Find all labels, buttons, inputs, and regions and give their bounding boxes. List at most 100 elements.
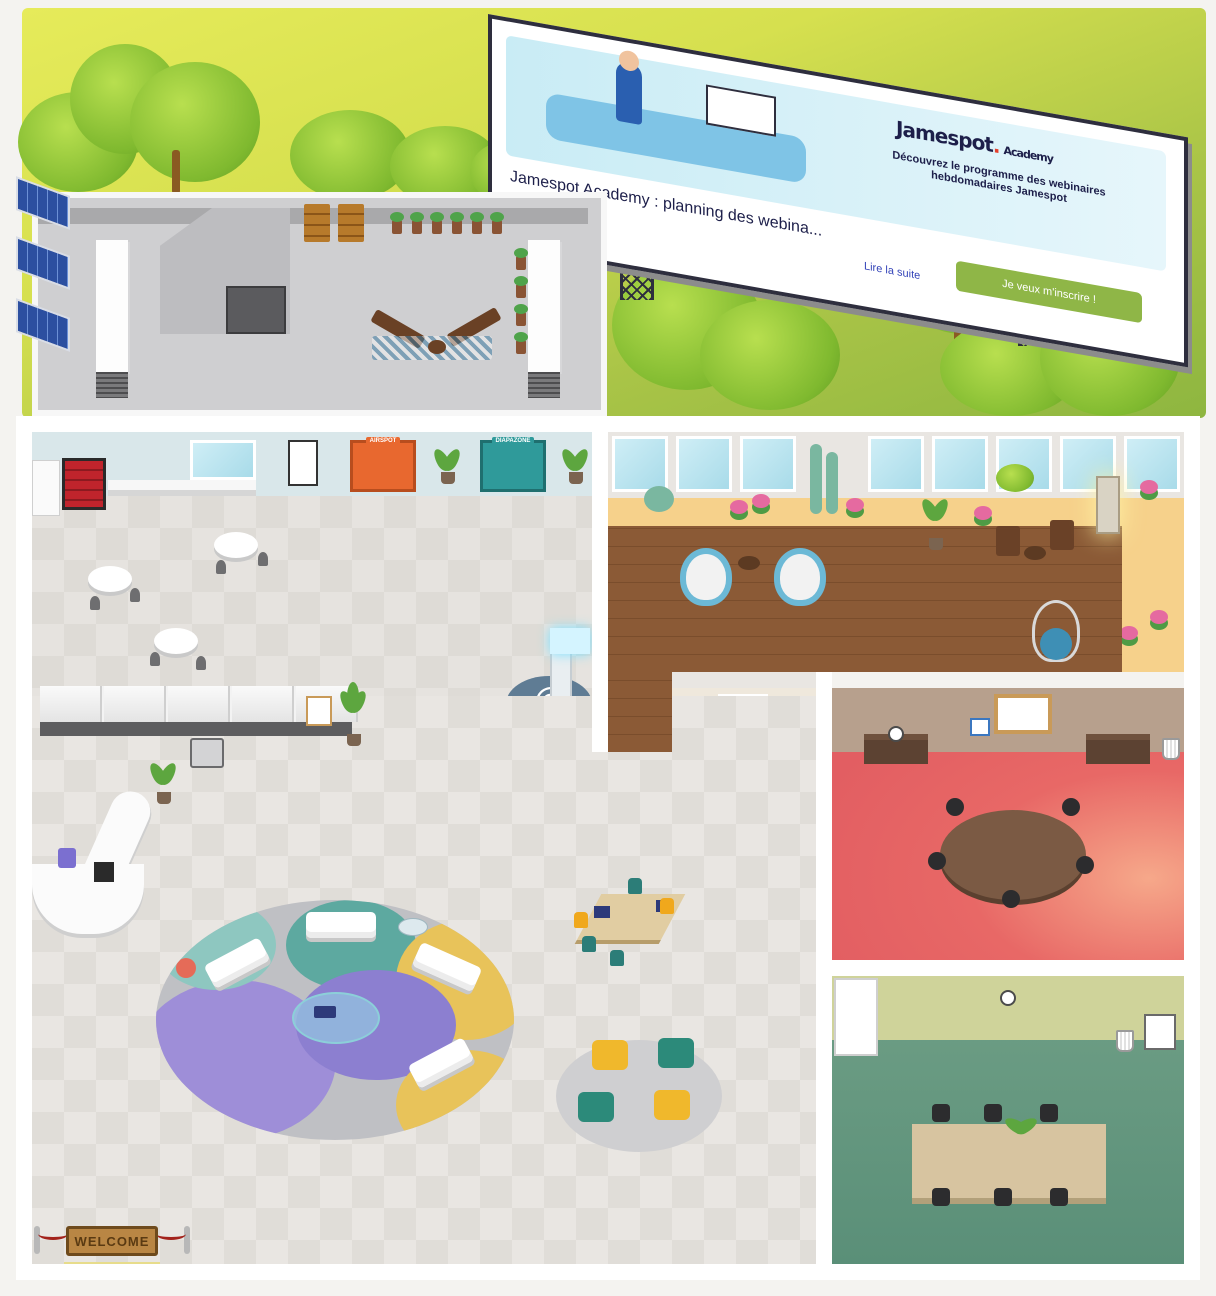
sofa-icon[interactable] (306, 912, 376, 938)
cactus-icon (826, 452, 838, 514)
side-table (398, 918, 428, 936)
stool (216, 560, 226, 574)
brand-name: Jamespot (896, 115, 993, 158)
office-chair-icon[interactable] (984, 1104, 1002, 1122)
chimney-pillar (528, 240, 560, 372)
window (190, 440, 256, 480)
office-chair-icon[interactable] (628, 878, 642, 894)
laptop-icon (594, 906, 610, 918)
artwork-frame (288, 440, 318, 486)
office-chair-icon[interactable] (932, 1188, 950, 1206)
office-chair-icon[interactable] (1076, 856, 1094, 874)
window (612, 436, 668, 492)
stool (130, 588, 140, 602)
office-chair-icon[interactable] (946, 798, 964, 816)
reception-desk[interactable] (32, 785, 157, 936)
office-chair-icon[interactable] (1002, 890, 1020, 908)
chart-poster-icon (306, 696, 332, 726)
side-table (738, 556, 760, 570)
office-chair-icon[interactable] (1040, 1104, 1058, 1122)
office-chair-icon[interactable] (1050, 1188, 1068, 1206)
locker[interactable] (232, 686, 294, 722)
waste-bin-icon (1162, 738, 1180, 760)
office-chair-icon[interactable] (1062, 798, 1080, 816)
cactus-icon (810, 444, 822, 514)
tree-trunk (172, 150, 180, 194)
locker[interactable] (168, 686, 230, 722)
coffee-table[interactable] (292, 992, 380, 1044)
office-chair-icon[interactable] (994, 1188, 1012, 1206)
sideboard (1086, 734, 1150, 764)
office-chair-icon[interactable] (574, 912, 588, 928)
locker[interactable] (40, 686, 102, 722)
workstation-cluster[interactable] (572, 876, 692, 970)
planter-icon (470, 212, 484, 234)
fridge-icon[interactable] (32, 460, 60, 516)
flower-icon (1140, 480, 1158, 494)
virtual-office-map: Jamespot. Academy Découvrez le programme … (0, 0, 1216, 1296)
stool (196, 656, 206, 670)
cafe-table[interactable] (88, 566, 132, 592)
flipchart-icon[interactable] (1144, 1014, 1176, 1050)
rooftop-door[interactable] (226, 286, 286, 334)
office-chair-icon[interactable] (610, 950, 624, 966)
books-icon (314, 1006, 336, 1018)
kiosk-screen[interactable] (550, 628, 590, 654)
wall (832, 960, 1184, 976)
vent-icon (528, 372, 560, 398)
rope-barrier (156, 1228, 186, 1240)
lantern-icon (1096, 476, 1120, 534)
diapazone-door[interactable]: DIAPAZONE (480, 437, 546, 492)
airspot-door-label: AIRSPOT (365, 437, 401, 445)
beehive-icon (338, 204, 364, 242)
bonsai-icon (996, 464, 1034, 492)
printer-icon[interactable] (190, 738, 224, 768)
egg-chair-icon[interactable] (774, 548, 826, 606)
armchair-icon[interactable] (592, 1040, 628, 1070)
diapazone-door-label: DIAPAZONE (491, 437, 535, 445)
office-chair-icon[interactable] (58, 848, 76, 868)
planter-icon (514, 332, 528, 354)
vending-machine-icon[interactable] (62, 458, 106, 510)
clock-icon (888, 726, 904, 742)
wooden-chair-icon[interactable] (996, 526, 1020, 556)
office-chair-icon[interactable] (660, 898, 674, 914)
kitchen-counter (108, 480, 256, 496)
read-more-link[interactable]: Lire la suite (864, 260, 920, 282)
monitor-icon (94, 862, 114, 882)
office-chair-icon[interactable] (928, 852, 946, 870)
locker[interactable] (104, 686, 166, 722)
side-table (1024, 546, 1046, 560)
office-chair-icon[interactable] (932, 1104, 950, 1122)
office-chair-icon[interactable] (582, 936, 596, 952)
cafe-table[interactable] (154, 628, 198, 654)
cafe-table[interactable] (214, 532, 258, 558)
side-table (428, 340, 446, 354)
brand-dot: . (992, 133, 1000, 159)
armchair-icon[interactable] (578, 1092, 614, 1122)
flower-icon (1150, 610, 1168, 624)
wooden-chair-icon[interactable] (1050, 520, 1074, 550)
whiteboard-icon[interactable] (994, 694, 1052, 734)
brand-suffix: Academy (1003, 143, 1053, 166)
armchair-icon[interactable] (654, 1090, 690, 1120)
egg-chair-icon[interactable] (680, 548, 732, 606)
airspot-door[interactable]: AIRSPOT (350, 437, 416, 492)
register-button[interactable]: Je veux m'inscrire ! (956, 260, 1142, 324)
stool (90, 596, 100, 610)
round-meeting-table[interactable] (940, 810, 1086, 900)
hanging-chair-seat (1040, 628, 1072, 660)
wall (592, 418, 608, 752)
flower-icon (730, 500, 748, 514)
armchair-icon[interactable] (658, 1038, 694, 1068)
flower-icon (974, 506, 992, 520)
wall (16, 1264, 1200, 1280)
flower-icon (752, 494, 770, 508)
wall (1184, 418, 1200, 1280)
welcome-mat[interactable]: WELCOME (66, 1226, 158, 1256)
waste-bin-icon (1116, 1030, 1134, 1052)
kiosk-stand (550, 650, 572, 702)
conference-table[interactable] (912, 1124, 1106, 1198)
rug-dot (176, 958, 196, 978)
stool (258, 552, 268, 566)
